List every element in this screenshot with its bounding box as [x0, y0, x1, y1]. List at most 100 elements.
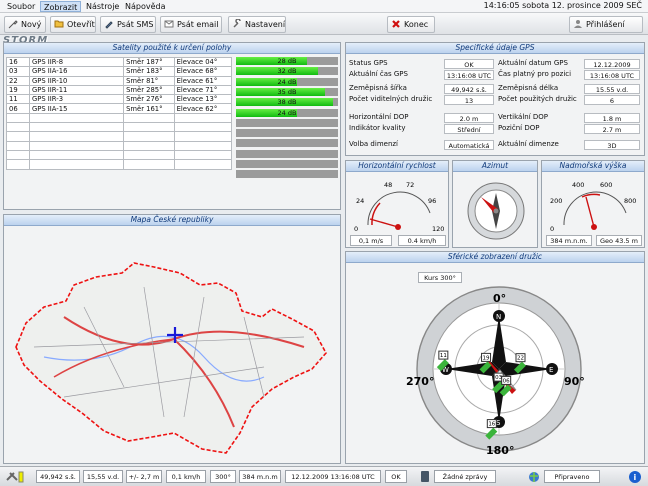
- menu-tools[interactable]: Nástroje: [83, 1, 122, 12]
- gps-key: Aktuální dimenze: [498, 140, 559, 148]
- info-icon[interactable]: i: [628, 470, 642, 484]
- satellite-dir: Směr 161°: [123, 103, 175, 114]
- status-lon: 15,55 v.d.: [83, 470, 123, 483]
- satellite-row: 19 GPS IIR-11 Směr 285° Elevace 71°: [6, 84, 233, 96]
- status-course: 300°: [210, 470, 236, 483]
- satellite-row: 06 GPS IIA-15 Směr 161° Elevace 62°: [6, 103, 233, 114]
- wrench-icon: [233, 19, 241, 28]
- satellite-row: [6, 159, 233, 170]
- satellite-name: GPS IIR-10: [28, 75, 125, 86]
- satellite-row: [6, 131, 233, 142]
- exit-button[interactable]: Konec: [387, 16, 435, 33]
- satellite-row: [6, 140, 233, 151]
- email-button[interactable]: Psát email: [160, 16, 222, 33]
- settings-button[interactable]: Nastavení: [228, 16, 286, 33]
- label-270: 270°: [406, 375, 434, 388]
- satellite-dir: Směr 183°: [123, 66, 175, 77]
- gps-key: Aktuální čas GPS: [349, 70, 408, 78]
- sms-label: Psát SMS: [117, 20, 154, 29]
- altitude-tick-2: 400: [572, 181, 584, 189]
- gps-key: Počet viditelných družic: [349, 95, 433, 103]
- signal-value: 35 dB: [277, 87, 297, 96]
- satellite-dir: [123, 112, 175, 124]
- gps-key: Počet použitých družic: [498, 95, 577, 103]
- satellite-name: [28, 140, 125, 151]
- azimut-title: Azimut: [453, 161, 537, 172]
- satellite-dir: Směr 285°: [123, 84, 175, 96]
- satellite-row: 22 GPS IIR-10 Směr 81° Elevace 61°: [6, 75, 233, 86]
- open-button[interactable]: Otevřít: [50, 16, 96, 33]
- altitude-gauge: 0 200 400 600 800: [550, 181, 636, 233]
- country-outline: [15, 262, 327, 454]
- speed-tick-1: 24: [356, 197, 364, 205]
- satellite-name: GPS IIR-8: [28, 56, 125, 68]
- menu-file[interactable]: Soubor: [4, 1, 38, 12]
- satellite-row: 16 GPS IIR-8 Směr 187° Elevace 04°: [6, 56, 233, 68]
- satellite-elev: [173, 122, 233, 133]
- satellite-elev: [173, 159, 233, 170]
- signal-bar: 28 dB: [236, 57, 338, 65]
- satellite-name: [28, 159, 125, 170]
- satellite-id: [6, 149, 30, 161]
- czech-map[interactable]: [4, 227, 340, 463]
- satellite-dir: [123, 140, 175, 151]
- signal-bar: 32 dB: [236, 67, 338, 76]
- satellite-id: [6, 159, 30, 170]
- status-alt-error: +/- 2,7 m: [126, 470, 162, 483]
- signal-value: 24 dB: [277, 108, 297, 117]
- pen-icon: [105, 21, 113, 29]
- cardinal-e: E: [549, 366, 553, 374]
- satellite-dir: [123, 122, 175, 133]
- satellite-id: 11: [6, 94, 30, 105]
- satellites-panel: Satelity použité k určení polohy 16 GPS I…: [3, 42, 341, 210]
- satellite-elev: Elevace 61°: [173, 75, 233, 86]
- satellite-elev: Elevace 71°: [173, 84, 233, 96]
- satellite-row: [6, 112, 233, 124]
- satellite-id: 06: [503, 378, 510, 384]
- altitude-tick-1: 200: [550, 197, 562, 205]
- user-icon: [574, 20, 582, 28]
- satellite-dir: [123, 131, 175, 142]
- status-lat: 49,942 s.š.: [36, 470, 80, 483]
- satellite-id: 03: [6, 66, 30, 77]
- new-button[interactable]: Nový: [4, 16, 46, 33]
- satellite-id: [6, 112, 30, 124]
- satellite-elev: [173, 149, 233, 161]
- azimut-compass: [467, 182, 525, 240]
- toolbar: Nový Otevřít Psát SMS Psát email Nastave…: [0, 13, 648, 35]
- azimut-panel: Azimut: [452, 160, 538, 248]
- speed-tick-4: 96: [428, 197, 436, 205]
- satellite-dir: [123, 159, 175, 170]
- gps-key: Vertikální DOP: [498, 113, 549, 121]
- menu-help[interactable]: Nápověda: [122, 1, 169, 12]
- satellite-name: GPS IIA-16: [28, 66, 125, 77]
- status-time: 12.12.2009 13:16:08 UTC: [285, 470, 381, 483]
- satellite-name: [28, 149, 125, 161]
- login-button[interactable]: Přihlášení: [569, 16, 643, 33]
- satellite-elev: Elevace 04°: [173, 56, 233, 68]
- mail-icon: [164, 20, 174, 28]
- speed-ms: 0,1 m/s: [350, 235, 392, 246]
- satellite-elev: [173, 112, 233, 124]
- gps-key: Čas platný pro pozici: [498, 70, 572, 78]
- svg-text:i: i: [634, 473, 637, 482]
- speed-kmh: 0.4 km/h: [398, 235, 446, 246]
- satellite-id: 16: [488, 422, 495, 428]
- satellite-id: [6, 122, 30, 133]
- altitude-tick-4: 800: [624, 197, 636, 205]
- status-messages[interactable]: Žádné zprávy: [434, 470, 496, 483]
- signal-value: 38 dB: [277, 98, 297, 107]
- speed-tick-3: 72: [406, 181, 414, 189]
- satellite-elev: [173, 140, 233, 151]
- menu-view[interactable]: Zobrazit: [40, 1, 82, 12]
- exit-label: Konec: [404, 20, 429, 29]
- signal-bar: 38 dB: [236, 98, 338, 107]
- phone-icon: [421, 471, 429, 482]
- sms-button[interactable]: Psát SMS: [100, 16, 156, 33]
- altitude-title: Nadmořská výška: [542, 161, 644, 172]
- gps-value: 13: [444, 95, 494, 105]
- satellite-dir: Směr 81°: [123, 75, 175, 86]
- satellite-id: 19: [483, 355, 490, 361]
- satellite-id: 22: [6, 75, 30, 86]
- gps-value: Automatická: [444, 140, 494, 150]
